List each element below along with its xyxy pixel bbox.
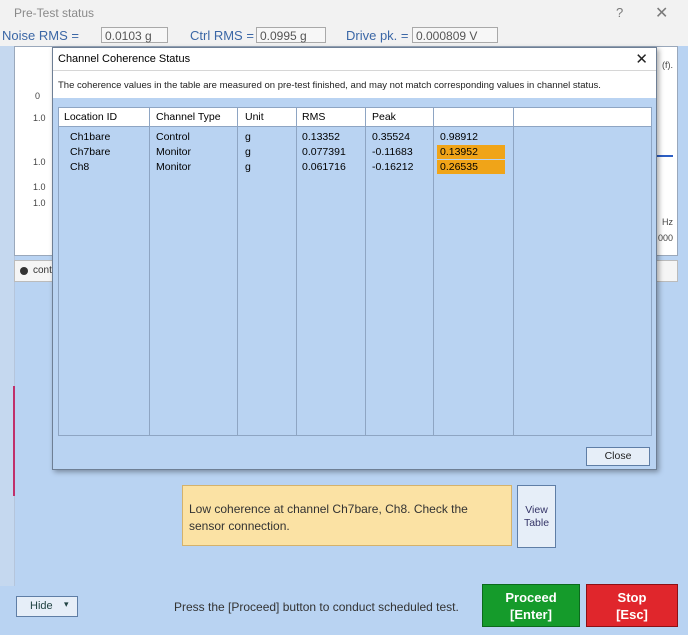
- cell-peak: -0.11683: [372, 146, 413, 158]
- dialog-note-text: The coherence values in the table are me…: [58, 80, 601, 91]
- cell-rms: 0.077391: [302, 146, 346, 158]
- close-button[interactable]: Close: [586, 447, 650, 466]
- column-divider: [237, 108, 238, 435]
- hide-dropdown-button[interactable]: Hide ▾: [16, 596, 78, 617]
- radio-button-selected[interactable]: [20, 267, 28, 275]
- column-header-channel-type[interactable]: Channel Type: [156, 111, 221, 123]
- drive-pk-label: Drive pk. =: [346, 28, 409, 43]
- channel-coherence-dialog: Channel Coherence Status ✕ The coherence…: [52, 47, 657, 470]
- cell-channel-type: Monitor: [156, 161, 192, 173]
- stop-label: Stop: [617, 590, 647, 605]
- cell-location: Ch7bare: [70, 146, 111, 158]
- dialog-note: The coherence values in the table are me…: [53, 70, 656, 98]
- column-header-unit[interactable]: Unit: [245, 111, 264, 123]
- view-table-button[interactable]: View Table: [517, 485, 556, 548]
- left-marker: [13, 386, 15, 496]
- noise-rms-label: Noise RMS =: [2, 28, 79, 43]
- cell-peak: -0.16212: [372, 161, 414, 173]
- chevron-down-icon: ▾: [64, 599, 69, 609]
- column-divider: [149, 108, 150, 435]
- column-divider: [296, 108, 297, 435]
- plot-grid: [655, 61, 674, 241]
- cell-location: Ch1bare: [70, 131, 111, 143]
- hide-label: Hide: [30, 600, 53, 612]
- dialog-close-icon[interactable]: ✕: [635, 50, 648, 68]
- cell-channel-type: Control: [156, 131, 190, 143]
- cell-location: Ch8: [70, 161, 90, 173]
- column-divider: [513, 108, 514, 435]
- plot-trace: [657, 155, 673, 157]
- proceed-label: Proceed: [505, 590, 557, 605]
- plot-y-label: 0: [35, 91, 41, 101]
- dialog-title: Channel Coherence Status: [58, 53, 191, 65]
- cell-rms: 0.13352: [302, 131, 340, 143]
- stop-shortcut: [Esc]: [616, 607, 648, 622]
- plot-y-label: 1.0: [33, 157, 46, 167]
- column-header-peak[interactable]: Peak: [372, 111, 396, 123]
- plot-y-label: 1.0: [33, 198, 46, 208]
- radio-label: cont: [33, 265, 52, 276]
- column-divider: [365, 108, 366, 435]
- view-table-line1: View: [525, 504, 548, 516]
- view-table-line2: Table: [523, 517, 550, 529]
- table-header: Location ID Channel Type Unit RMS Peak: [59, 108, 651, 127]
- ctrl-rms-label: Ctrl RMS =: [190, 28, 254, 43]
- stop-button[interactable]: Stop [Esc]: [586, 584, 678, 627]
- window-titlebar: Pre-Test status ? ✕: [0, 0, 688, 26]
- left-panel: [0, 46, 15, 586]
- coherence-table: Location ID Channel Type Unit RMS Peak C…: [58, 107, 652, 436]
- help-button[interactable]: ?: [616, 5, 623, 20]
- cell-coherence-low: 0.13952: [437, 145, 505, 159]
- cell-channel-type: Monitor: [156, 146, 192, 158]
- cell-unit: g: [245, 161, 251, 173]
- instruction-text: Press the [Proceed] button to conduct sc…: [174, 600, 459, 614]
- cell-unit: g: [245, 131, 251, 143]
- window-title: Pre-Test status: [14, 6, 95, 20]
- column-divider: [433, 108, 434, 435]
- column-header-rms[interactable]: RMS: [302, 111, 325, 123]
- cell-coherence: 0.98912: [440, 131, 478, 143]
- ctrl-rms-field: 0.0995 g: [256, 27, 326, 43]
- proceed-shortcut: [Enter]: [510, 607, 552, 622]
- proceed-button[interactable]: Proceed [Enter]: [482, 584, 580, 627]
- cell-unit: g: [245, 146, 251, 158]
- drive-pk-field: 0.000809 V: [412, 27, 498, 43]
- warning-text: Low coherence at channel Ch7bare, Ch8. C…: [189, 502, 468, 533]
- dialog-titlebar: Channel Coherence Status ✕: [53, 48, 656, 70]
- cell-rms: 0.061716: [302, 161, 346, 173]
- window-close-button[interactable]: ✕: [655, 3, 668, 23]
- plot-y-label: 1.0: [33, 182, 46, 192]
- cell-peak: 0.35524: [372, 131, 410, 143]
- cell-coherence-low: 0.26535: [437, 160, 505, 174]
- column-header-location[interactable]: Location ID: [64, 111, 117, 123]
- metrics-bar: Noise RMS = 0.0103 g Ctrl RMS = 0.0995 g…: [0, 26, 688, 46]
- low-coherence-warning: Low coherence at channel Ch7bare, Ch8. C…: [182, 485, 512, 546]
- plot-y-label: 1.0: [33, 113, 46, 123]
- noise-rms-field: 0.0103 g: [101, 27, 168, 43]
